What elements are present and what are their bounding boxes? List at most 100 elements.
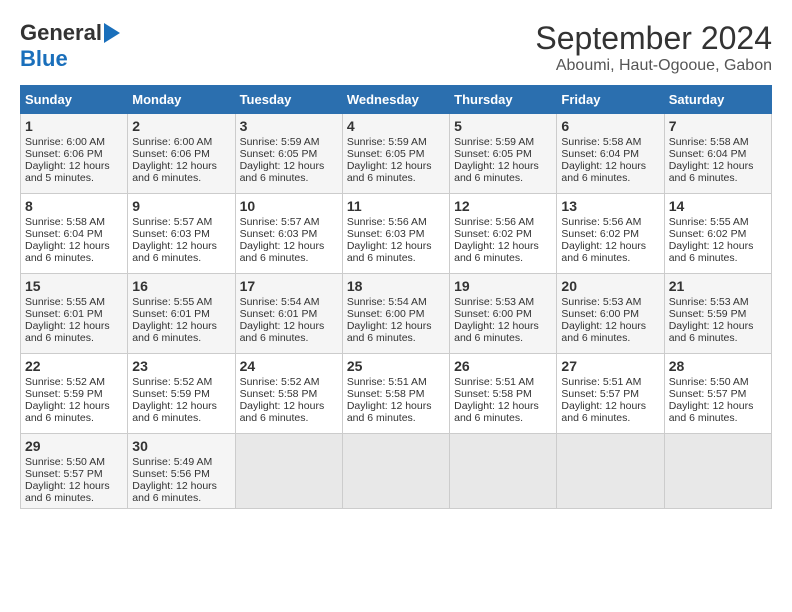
cell-info: Daylight: 12 hours — [240, 160, 338, 172]
cell-info: Daylight: 12 hours — [561, 320, 659, 332]
calendar-cell — [557, 434, 664, 509]
cell-info: Daylight: 12 hours — [240, 240, 338, 252]
calendar-cell: 20Sunrise: 5:53 AMSunset: 6:00 PMDayligh… — [557, 274, 664, 354]
header-sunday: Sunday — [21, 86, 128, 114]
cell-info: Daylight: 12 hours — [25, 160, 123, 172]
cell-info: Sunset: 5:59 PM — [669, 308, 767, 320]
calendar-cell: 1Sunrise: 6:00 AMSunset: 6:06 PMDaylight… — [21, 114, 128, 194]
cell-info: Sunset: 6:04 PM — [561, 148, 659, 160]
day-number: 21 — [669, 278, 767, 294]
calendar-cell: 2Sunrise: 6:00 AMSunset: 6:06 PMDaylight… — [128, 114, 235, 194]
cell-info: and 6 minutes. — [25, 412, 123, 424]
day-number: 19 — [454, 278, 552, 294]
cell-info: Sunset: 6:05 PM — [347, 148, 445, 160]
cell-info: Daylight: 12 hours — [25, 240, 123, 252]
calendar-cell: 4 Sunrise: 5:59 AMSunset: 6:05 PMDaylight… — [342, 114, 449, 194]
cell-info: Daylight: 12 hours — [240, 320, 338, 332]
cell-info: Sunrise: 5:59 AM — [240, 136, 338, 148]
calendar-table: Sunday Monday Tuesday Wednesday Thursday… — [20, 85, 772, 509]
cell-info: Sunrise: 6:00 AM — [25, 136, 123, 148]
cell-info: Sunrise: 5:56 AM — [561, 216, 659, 228]
cell-info: Sunrise: 5:56 AM — [454, 216, 552, 228]
cell-info: Daylight: 12 hours — [454, 160, 552, 172]
cell-info: Daylight: 12 hours — [132, 400, 230, 412]
cell-info: Daylight: 12 hours — [347, 160, 445, 172]
cell-info: Sunrise: 5:57 AM — [132, 216, 230, 228]
cell-info: Daylight: 12 hours — [240, 400, 338, 412]
cell-info: Sunrise: 5:56 AM — [347, 216, 445, 228]
cell-info: and 6 minutes. — [240, 252, 338, 264]
calendar-cell: 11Sunrise: 5:56 AMSunset: 6:03 PMDayligh… — [342, 194, 449, 274]
cell-info: and 6 minutes. — [132, 252, 230, 264]
cell-info: and 6 minutes. — [669, 332, 767, 344]
calendar-cell: 6Sunrise: 5:58 AMSunset: 6:04 PMDaylight… — [557, 114, 664, 194]
logo-blue: Blue — [20, 46, 68, 72]
location-title: Aboumi, Haut-Ogooue, Gabon — [535, 57, 772, 75]
header-saturday: Saturday — [664, 86, 771, 114]
cell-info: and 6 minutes. — [132, 172, 230, 184]
day-number: 4 — [347, 118, 445, 134]
logo-arrow-icon — [104, 23, 120, 43]
header-monday: Monday — [128, 86, 235, 114]
cell-info: and 6 minutes. — [561, 332, 659, 344]
cell-info: Daylight: 12 hours — [454, 320, 552, 332]
cell-info: and 6 minutes. — [669, 172, 767, 184]
cell-info: Sunset: 6:00 PM — [347, 308, 445, 320]
cell-info: Sunrise: 5:53 AM — [561, 296, 659, 308]
cell-info: Daylight: 12 hours — [132, 160, 230, 172]
cell-info: and 6 minutes. — [561, 172, 659, 184]
calendar-cell: 24Sunrise: 5:52 AMSunset: 5:58 PMDayligh… — [235, 354, 342, 434]
cell-info: Sunrise: 5:52 AM — [25, 376, 123, 388]
cell-info: Sunrise: 5:52 AM — [240, 376, 338, 388]
cell-info: Sunset: 5:59 PM — [132, 388, 230, 400]
cell-info: Sunrise: 5:55 AM — [132, 296, 230, 308]
month-title: September 2024 — [535, 20, 772, 57]
day-number: 5 — [454, 118, 552, 134]
calendar-cell: 28Sunrise: 5:50 AMSunset: 5:57 PMDayligh… — [664, 354, 771, 434]
calendar-cell: 19Sunrise: 5:53 AMSunset: 6:00 PMDayligh… — [450, 274, 557, 354]
cell-info: Daylight: 12 hours — [669, 240, 767, 252]
cell-info: Daylight: 12 hours — [25, 320, 123, 332]
cell-info: and 6 minutes. — [240, 332, 338, 344]
calendar-cell — [342, 434, 449, 509]
calendar-cell: 27Sunrise: 5:51 AMSunset: 5:57 PMDayligh… — [557, 354, 664, 434]
cell-info: Sunset: 5:57 PM — [669, 388, 767, 400]
day-number: 2 — [132, 118, 230, 134]
day-number: 12 — [454, 198, 552, 214]
cell-info: and 6 minutes. — [25, 492, 123, 504]
calendar-cell: 26Sunrise: 5:51 AMSunset: 5:58 PMDayligh… — [450, 354, 557, 434]
cell-info: Sunrise: 5:59 AM — [347, 136, 445, 148]
calendar-cell: 3Sunrise: 5:59 AMSunset: 6:05 PMDaylight… — [235, 114, 342, 194]
cell-info: and 6 minutes. — [25, 332, 123, 344]
calendar-cell: 8Sunrise: 5:58 AMSunset: 6:04 PMDaylight… — [21, 194, 128, 274]
cell-info: Daylight: 12 hours — [25, 480, 123, 492]
cell-info: Sunset: 5:56 PM — [132, 468, 230, 480]
day-number: 22 — [25, 358, 123, 374]
cell-info: Sunrise: 5:58 AM — [561, 136, 659, 148]
cell-info: Sunset: 6:01 PM — [240, 308, 338, 320]
cell-info: and 6 minutes. — [454, 172, 552, 184]
calendar-cell: 29Sunrise: 5:50 AMSunset: 5:57 PMDayligh… — [21, 434, 128, 509]
calendar-cell: 9Sunrise: 5:57 AMSunset: 6:03 PMDaylight… — [128, 194, 235, 274]
cell-info: Sunset: 5:59 PM — [25, 388, 123, 400]
cell-info: Daylight: 12 hours — [25, 400, 123, 412]
cell-info: and 6 minutes. — [561, 412, 659, 424]
header-tuesday: Tuesday — [235, 86, 342, 114]
day-number: 27 — [561, 358, 659, 374]
header: General Blue September 2024 Aboumi, Haut… — [20, 20, 772, 75]
cell-info: Sunset: 6:00 PM — [454, 308, 552, 320]
cell-info: and 6 minutes. — [132, 412, 230, 424]
cell-info: Sunset: 5:58 PM — [454, 388, 552, 400]
calendar-cell: 22 Sunrise: 5:52 AMSunset: 5:59 PMDayligh… — [21, 354, 128, 434]
day-number: 28 — [669, 358, 767, 374]
cell-info: and 6 minutes. — [454, 252, 552, 264]
logo: General Blue — [20, 20, 120, 72]
cell-info: Daylight: 12 hours — [669, 320, 767, 332]
cell-info: Daylight: 12 hours — [669, 400, 767, 412]
cell-info: Sunrise: 5:57 AM — [240, 216, 338, 228]
cell-info: and 5 minutes. — [25, 172, 123, 184]
calendar-cell: 30Sunrise: 5:49 AMSunset: 5:56 PMDayligh… — [128, 434, 235, 509]
calendar-cell: 14Sunrise: 5:55 AMSunset: 6:02 PMDayligh… — [664, 194, 771, 274]
cell-info: and 6 minutes. — [240, 412, 338, 424]
cell-info: Sunset: 5:57 PM — [25, 468, 123, 480]
